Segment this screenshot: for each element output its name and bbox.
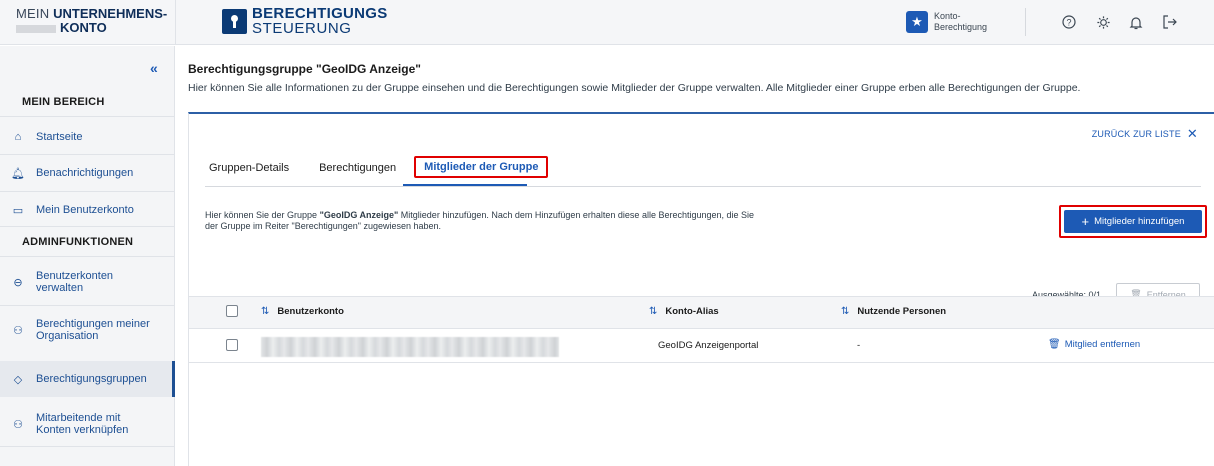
- add-members-button-highlight: + Mitglieder hinzufügen: [1059, 205, 1207, 238]
- sidebar-item-label-line2: Organisation: [36, 330, 99, 342]
- column-header-konto-alias[interactable]: ⇅ Konto-Alias: [649, 306, 719, 317]
- group-panel: ZURÜCK ZUR LISTE ✕ Gruppen-Details Berec…: [188, 112, 1214, 466]
- sidebar-item-label: Mitarbeitende mit: [36, 412, 121, 424]
- info-text-group: "GeoIDG Anzeige": [319, 210, 399, 220]
- column-label: Benutzerkonto: [277, 306, 344, 317]
- sort-icon: ⇅: [261, 306, 270, 317]
- sidebar-divider: [0, 116, 175, 117]
- sidebar-item-label-line2: Konten verknüpfen: [36, 424, 129, 436]
- row-alias: GeoIDG Anzeigenportal: [658, 340, 759, 351]
- card-icon: ▭: [12, 204, 24, 217]
- sidebar-item-benachrichtigungen[interactable]: 🔔︎ Benachrichtigungen: [0, 160, 175, 186]
- tab-bar: Gruppen-Details Berechtigungen Mitgliede…: [205, 156, 570, 181]
- members-info-text: Hier können Sie der Gruppe "GeoIDG Anzei…: [205, 210, 765, 232]
- sidebar-item-startseite[interactable]: ⌂ Startseite: [0, 124, 175, 150]
- home-icon: ⌂: [14, 131, 22, 143]
- svg-text:?: ?: [1066, 18, 1071, 28]
- tag-icon: ◇: [13, 373, 23, 386]
- lock-icon: [222, 8, 247, 34]
- header-divider: [175, 0, 176, 45]
- tab-mitglieder[interactable]: Mitglieder der Gruppe: [414, 156, 549, 178]
- bell-icon[interactable]: [1125, 11, 1147, 33]
- brand-name-line1: UNTERNEHMENS-: [53, 6, 168, 21]
- brand-prefix: MEIN: [16, 6, 54, 21]
- sidebar-section-adminfunktionen: ADMINFUNKTIONEN: [22, 236, 134, 248]
- app-logo-line2: STEUERUNG: [252, 20, 352, 37]
- sidebar: « MEIN BEREICH ⌂ Startseite 🔔︎ Benachric…: [0, 46, 175, 466]
- page-title: Berechtigungsgruppe "GeoIDG Anzeige": [188, 62, 421, 76]
- sidebar-section-mein-bereich: MEIN BEREICH: [22, 96, 105, 108]
- sidebar-item-berechtigungsgruppen[interactable]: ◇ Berechtigungsgruppen: [0, 361, 175, 397]
- column-label: Nutzende Personen: [857, 306, 947, 317]
- brand-placeholder-box: [16, 24, 56, 33]
- close-icon: ✕: [1186, 126, 1198, 141]
- active-tab-indicator: [403, 184, 527, 186]
- tab-berechtigungen[interactable]: Berechtigungen: [315, 159, 400, 181]
- help-icon[interactable]: ?: [1058, 11, 1080, 33]
- sort-icon: ⇅: [841, 306, 850, 317]
- column-header-nutzende-personen[interactable]: ⇅ Nutzende Personen: [841, 306, 946, 317]
- sidebar-item-label: Benutzerkonten: [36, 270, 114, 282]
- trash-icon: 🗑︎: [1048, 339, 1061, 350]
- collapse-sidebar-button[interactable]: «: [150, 60, 158, 76]
- brand-logo[interactable]: MEIN UNTERNEHMENS- KONTO: [16, 7, 176, 35]
- konto-label-line2: Berechtigung: [934, 22, 988, 32]
- row-checkbox[interactable]: [226, 339, 238, 351]
- add-members-button[interactable]: + Mitglieder hinzufügen: [1064, 210, 1202, 233]
- remove-member-link[interactable]: 🗑︎ Mitglied entfernen: [1048, 339, 1140, 350]
- sidebar-divider: [0, 154, 175, 155]
- sidebar-item-label: Mein Benutzerkonto: [36, 204, 134, 216]
- sidebar-divider: [0, 256, 175, 257]
- select-all-checkbox[interactable]: [226, 305, 238, 317]
- tab-gruppen-details[interactable]: Gruppen-Details: [205, 159, 293, 181]
- sidebar-item-label: Benachrichtigungen: [36, 167, 134, 179]
- app-logo-line1: BERECHTIGUNGS: [252, 5, 388, 22]
- sidebar-item-label: Berechtigungsgruppen: [36, 373, 147, 385]
- sidebar-divider: [0, 305, 175, 306]
- back-to-list-link[interactable]: ZURÜCK ZUR LISTE ✕: [1092, 126, 1198, 142]
- top-header: MEIN UNTERNEHMENS- KONTO BERECHTIGUNGS S…: [0, 0, 1214, 45]
- column-header-benutzerkonto[interactable]: ⇅ Benutzerkonto: [261, 306, 344, 317]
- bell-icon: 🔔︎: [11, 167, 25, 180]
- add-members-label: Mitglieder hinzufügen: [1094, 216, 1185, 227]
- sidebar-item-label: Berechtigungen meiner: [36, 318, 150, 330]
- info-text-pre: Hier können Sie der Gruppe: [205, 210, 320, 220]
- sidebar-item-label-line2: verwalten: [36, 282, 84, 294]
- back-to-list-label: ZURÜCK ZUR LISTE: [1091, 129, 1181, 139]
- sidebar-item-mein-benutzerkonto[interactable]: ▭ Mein Benutzerkonto: [0, 197, 175, 223]
- star-icon: ★: [906, 11, 928, 33]
- logout-icon[interactable]: [1158, 11, 1180, 33]
- column-label: Konto-Alias: [665, 306, 719, 317]
- redacted-account-name: [261, 337, 559, 357]
- brand-name-line2: KONTO: [60, 20, 107, 35]
- sidebar-item-label: Startseite: [36, 131, 83, 143]
- konto-berechtigung-button[interactable]: ★ Konto- Berechtigung: [906, 11, 987, 33]
- sidebar-item-berechtigungen-organisation[interactable]: ⚇ Berechtigungen meiner Organisation: [0, 312, 175, 348]
- sidebar-item-benutzerkonten-verwalten[interactable]: ⊖ Benutzerkonten verwalten: [0, 264, 175, 300]
- users-icon: ⊖: [13, 276, 23, 289]
- tab-divider: [205, 186, 1201, 187]
- link-users-icon: ⚇: [13, 418, 23, 431]
- org-icon: ⚇: [13, 324, 23, 337]
- settings-icon[interactable]: [1092, 11, 1114, 33]
- app-logo[interactable]: BERECHTIGUNGS STEUERUNG: [222, 6, 388, 36]
- sidebar-divider: [0, 226, 175, 227]
- plus-icon: +: [1081, 214, 1090, 229]
- sidebar-divider: [0, 446, 175, 447]
- page-description: Hier können Sie alle Informationen zu de…: [188, 82, 1081, 94]
- row-persons: -: [857, 340, 861, 351]
- remove-member-label: Mitglied entfernen: [1064, 339, 1141, 350]
- sort-icon: ⇅: [649, 306, 658, 317]
- header-separator: [1025, 8, 1026, 36]
- sidebar-divider: [0, 191, 175, 192]
- konto-label-line1: Konto-: [934, 11, 961, 21]
- sidebar-item-mitarbeitende-verknuepfen[interactable]: ⚇ Mitarbeitende mit Konten verknüpfen: [0, 406, 175, 442]
